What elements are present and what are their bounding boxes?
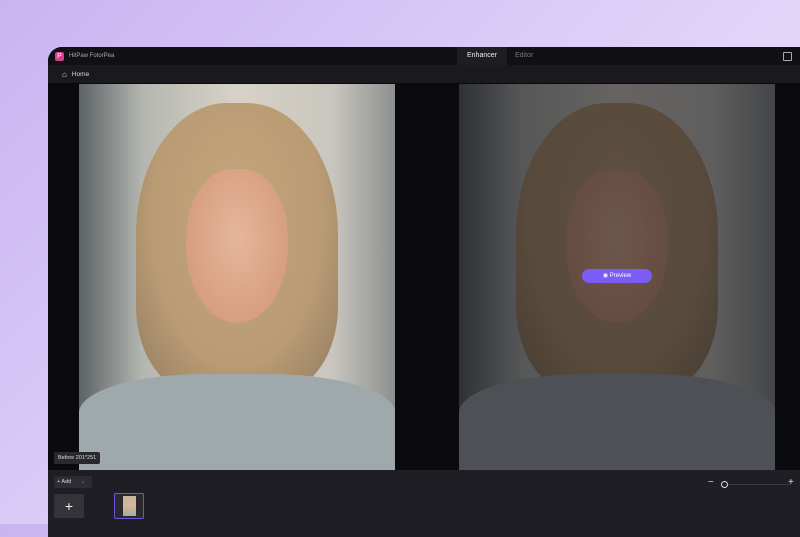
eye-icon: ◉ — [602, 273, 610, 279]
before-size-label: Before 201*251 — [54, 452, 101, 464]
zoom-control: − + — [708, 477, 800, 490]
app-title: HitPaw FotorPea — [69, 53, 115, 59]
tab-enhancer[interactable]: Enhancer — [457, 47, 507, 65]
title-bar: P HitPaw FotorPea Enhancer Editor — [48, 47, 800, 65]
add-label: + Add — [57, 479, 72, 485]
nav-bar: ⌂ Home — [48, 65, 800, 83]
app-window: P HitPaw FotorPea Enhancer Editor ⌂ Home… — [48, 47, 800, 537]
home-icon[interactable]: ⌂ — [62, 70, 67, 79]
chevron-down-icon[interactable]: ⌄ — [81, 479, 86, 485]
zoom-slider[interactable] — [728, 484, 790, 485]
add-button[interactable]: + Add ⌄ — [54, 476, 92, 488]
app-logo-icon: P — [55, 51, 64, 61]
tab-editor[interactable]: Editor — [505, 47, 543, 65]
image-thumbnail[interactable] — [114, 493, 144, 519]
preview-label: Preview — [609, 273, 632, 279]
feedback-icon[interactable] — [783, 52, 792, 61]
bottom-panel: + Add ⌄ + − + — [48, 470, 800, 537]
add-image-tile[interactable]: + — [54, 494, 84, 518]
preview-button[interactable]: ◉ Preview — [582, 269, 652, 283]
before-image — [79, 84, 395, 470]
zoom-in-button[interactable]: + — [788, 477, 794, 488]
zoom-slider-handle[interactable] — [721, 481, 728, 488]
zoom-out-button[interactable]: − — [708, 477, 714, 488]
home-link[interactable]: Home — [72, 71, 89, 78]
